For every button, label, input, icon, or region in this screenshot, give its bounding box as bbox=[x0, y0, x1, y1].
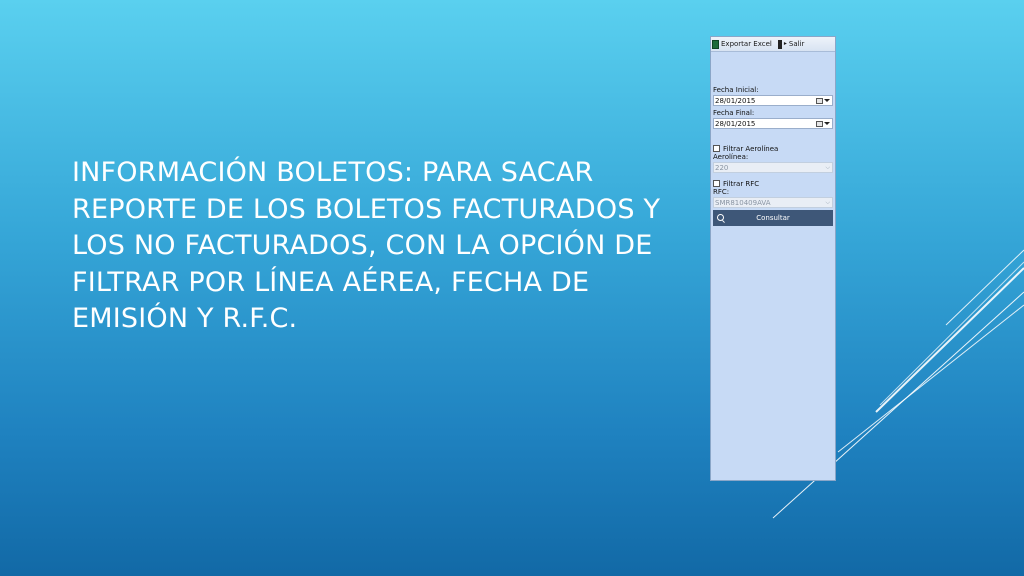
calendar-icon[interactable] bbox=[816, 97, 823, 104]
toolbar: Exportar Excel ▸ Salir bbox=[711, 37, 835, 52]
airline-select-value: 220 bbox=[715, 163, 729, 172]
export-excel-label: Exportar Excel bbox=[721, 40, 772, 48]
rfc-filter-row[interactable]: Filtrar RFC bbox=[713, 179, 833, 188]
airline-filter-label: Filtrar Aerolínea bbox=[723, 144, 779, 153]
calendar-icon[interactable] bbox=[816, 120, 823, 127]
airline-select[interactable]: 220 ⌵ bbox=[713, 162, 833, 173]
chevron-down-icon[interactable] bbox=[824, 122, 830, 125]
rfc-label: RFC: bbox=[713, 188, 730, 196]
start-date-label: Fecha Inicial: bbox=[713, 86, 759, 94]
exit-door-icon bbox=[777, 39, 782, 49]
report-window: Exportar Excel ▸ Salir Fecha Inicial: 28… bbox=[710, 36, 836, 481]
airline-label: Aerolínea: bbox=[713, 153, 749, 161]
chevron-down-icon: ⌵ bbox=[825, 163, 830, 171]
end-date-label: Fecha Final: bbox=[713, 109, 755, 117]
consult-label: Consultar bbox=[756, 214, 790, 222]
export-excel-button[interactable]: Exportar Excel bbox=[712, 39, 772, 49]
rfc-select-value: SMR810409AVA bbox=[715, 198, 771, 207]
exit-arrow-icon: ▸ bbox=[783, 40, 787, 47]
start-date-value: 28/01/2015 bbox=[715, 96, 756, 105]
chevron-down-icon[interactable] bbox=[824, 99, 830, 102]
start-date-picker[interactable]: 28/01/2015 bbox=[713, 95, 833, 106]
end-date-value: 28/01/2015 bbox=[715, 119, 756, 128]
excel-icon bbox=[712, 39, 719, 49]
slide-title: Información Boletos: Para sacar reporte … bbox=[72, 157, 661, 334]
end-date-picker[interactable]: 28/01/2015 bbox=[713, 118, 833, 129]
airline-filter-checkbox[interactable] bbox=[713, 145, 720, 152]
rfc-filter-label: Filtrar RFC bbox=[723, 179, 760, 188]
search-icon bbox=[717, 214, 724, 221]
filter-form: Fecha Inicial: 28/01/2015 Fecha Final: 2… bbox=[711, 52, 835, 226]
consult-button[interactable]: Consultar bbox=[713, 210, 833, 226]
airline-filter-row[interactable]: Filtrar Aerolínea bbox=[713, 144, 833, 153]
rfc-filter-checkbox[interactable] bbox=[713, 180, 720, 187]
exit-button[interactable]: ▸ Salir bbox=[777, 39, 805, 49]
rfc-select[interactable]: SMR810409AVA ⌵ bbox=[713, 197, 833, 208]
chevron-down-icon: ⌵ bbox=[825, 198, 830, 206]
exit-label: Salir bbox=[788, 40, 805, 48]
